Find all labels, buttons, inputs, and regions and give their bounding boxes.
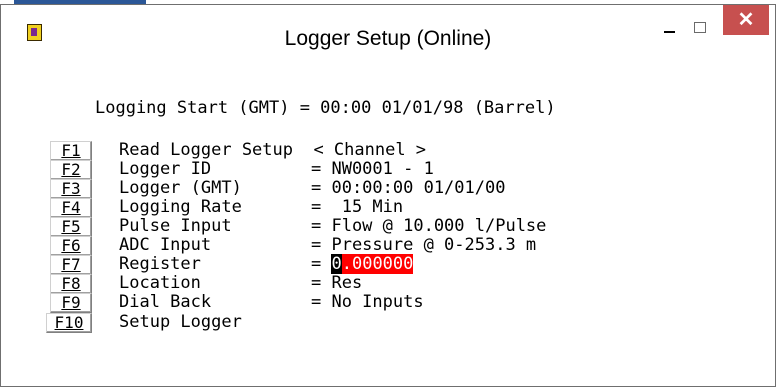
row-label: Read Logger Setup < Channel > — [119, 140, 427, 160]
setup-panel: Logging Start (GMT) = 00:00 01/01/98 (Ba… — [11, 51, 763, 379]
row-label: Register — [119, 254, 201, 274]
adc-input-value: = Pressure @ 0-253.3 m — [311, 235, 537, 255]
location-value: = Res — [311, 273, 363, 293]
register-cursor[interactable]: 0 — [331, 254, 342, 274]
register-value: = 0.000000 — [311, 254, 414, 274]
logger-id-value: = NW0001 - 1 — [311, 159, 434, 179]
f7-button[interactable]: F7 — [50, 255, 92, 275]
row-label: ADC Input — [119, 235, 212, 255]
f1-button[interactable]: F1 — [50, 141, 92, 161]
logging-rate-value: = 15 Min — [311, 197, 404, 217]
f2-button[interactable]: F2 — [50, 160, 92, 180]
row-label: Logger (GMT) — [119, 178, 242, 198]
register-equals: = — [311, 254, 332, 274]
f5-button[interactable]: F5 — [50, 217, 92, 237]
row-label: Logging Rate — [119, 197, 242, 217]
row-label: Dial Back — [119, 292, 212, 312]
title-bar[interactable]: Logger Setup (Online) ✕ — [1, 5, 775, 51]
maximize-icon[interactable] — [687, 13, 713, 37]
row-label: Setup Logger — [119, 312, 242, 332]
minimize-icon[interactable] — [657, 13, 683, 37]
logger-gmt-value: = 00:00:00 01/01/00 — [311, 178, 506, 198]
close-icon[interactable]: ✕ — [723, 5, 769, 35]
f3-button[interactable]: F3 — [50, 179, 92, 199]
register-input[interactable]: .000000 — [341, 254, 414, 274]
logger-setup-window: Logger Setup (Online) ✕ Logging Start (G… — [0, 4, 776, 387]
f4-button[interactable]: F4 — [50, 198, 92, 218]
f10-button[interactable]: F10 — [46, 313, 92, 333]
dial-back-value: = No Inputs — [311, 292, 424, 312]
row-label: Logger ID — [119, 159, 212, 179]
logging-start-line: Logging Start (GMT) = 00:00 01/01/98 (Ba… — [95, 98, 556, 118]
f6-button[interactable]: F6 — [50, 236, 92, 256]
row-label: Location — [119, 273, 201, 293]
f9-button[interactable]: F9 — [50, 293, 92, 313]
pulse-input-value: = Flow @ 10.000 l/Pulse — [311, 216, 547, 236]
f8-button[interactable]: F8 — [50, 274, 92, 294]
row-label: Pulse Input — [119, 216, 232, 236]
